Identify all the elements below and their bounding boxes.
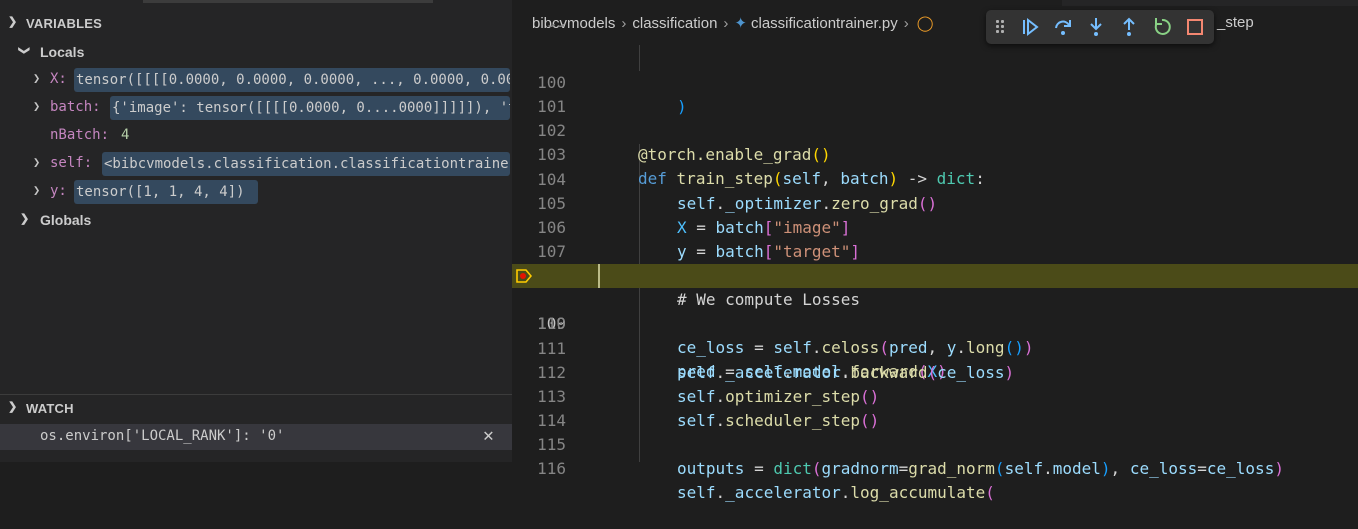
code-line[interactable]: 108 # We compute Losses [512, 240, 1358, 309]
variable-row-y[interactable]: ❯ y: tensor([1, 1, 4, 4]) [0, 179, 512, 205]
variable-row-self[interactable]: ❯ self: <bibcvmodels.classification.clas… [0, 151, 512, 177]
tab-strip [1062, 0, 1358, 6]
variable-value: tensor([1, 1, 4, 4]) [74, 180, 258, 204]
debug-side-panel: ❯ VARIABLES ❯ Locals ❯ X: tensor([[[[0.0… [0, 0, 512, 462]
code-line[interactable]: 110 ce_loss = self.celoss(pred, y.long()… [512, 288, 1358, 357]
cursor-line-bar [598, 264, 600, 288]
code-text: outputs = dict(gradnorm=grad_norm(self.m… [677, 459, 1284, 478]
chevron-right-icon: ❯ [33, 183, 41, 197]
variable-name: y: [50, 183, 67, 199]
locals-label: Locals [40, 44, 85, 60]
watch-section-title: WATCH [26, 401, 74, 416]
code-line[interactable]: 107 nBatch = X.shape[0] [512, 216, 1358, 285]
variable-name: nBatch: [50, 127, 110, 143]
chevron-down-icon: ❯ [18, 45, 31, 56]
code-line[interactable]: 103 def train_step(self, batch) -> dict: [512, 119, 1358, 188]
code-line[interactable]: 113 self.scheduler_step() [512, 361, 1358, 430]
variable-row-X[interactable]: ❯ X: tensor([[[[0.0000, 0.0000, 0.0000, … [0, 67, 512, 93]
code-line[interactable]: 115 outputs = dict(gradnorm=grad_norm(se… [512, 409, 1358, 478]
variables-section-header[interactable]: ❯ VARIABLES [0, 12, 512, 34]
code-line[interactable]: 105 X = batch["image"] [512, 168, 1358, 237]
chevron-down-icon: ❯ [8, 401, 18, 413]
section-divider [0, 394, 512, 395]
panel-top-scrollbar[interactable] [143, 0, 433, 3]
code-text: self._accelerator.log_accumulate( [677, 483, 995, 502]
current-execution-line[interactable]: 109 pred = self.model.forward(X) [512, 264, 1358, 381]
chevron-right-icon: ❯ [33, 155, 41, 169]
chevron-right-icon: ❯ [33, 71, 41, 85]
globals-label: Globals [40, 212, 92, 228]
variable-value: {'image': tensor([[[[0.0000, 0....0000]]… [110, 96, 510, 120]
watch-expression: os.environ['LOCAL_RANK']: '0' [40, 428, 285, 444]
variable-row-batch[interactable]: ❯ batch: {'image': tensor([[[[0.0000, 0.… [0, 95, 512, 121]
code-line[interactable]: 106 y = batch["target"] [512, 192, 1358, 261]
code-editor[interactable]: bibcvmodels › classification › ✦ classificati… [512, 0, 1358, 502]
variables-section-title: VARIABLES [26, 16, 102, 31]
code-line[interactable]: 112 self.optimizer_step() [512, 337, 1358, 406]
code-line[interactable]: 114 [512, 385, 1358, 430]
breakpoint-arrow-icon[interactable] [516, 269, 532, 283]
chevron-right-icon: ❯ [33, 99, 41, 113]
watch-section-header[interactable]: ❯ WATCH [0, 397, 512, 419]
variable-value: 4 [121, 127, 130, 143]
code-line[interactable]: 111 self._accelerator.backward(ce_loss) [512, 313, 1358, 382]
variable-name: self: [50, 155, 93, 171]
code-line[interactable]: 116 self._accelerator.log_accumulate( [512, 433, 1358, 502]
variable-name: X: [50, 71, 67, 87]
code-line[interactable]: 101 [512, 71, 1358, 116]
variable-value: tensor([[[[0.0000, 0.0000, 0.0000, ..., … [74, 68, 510, 92]
variable-row-nBatch[interactable]: nBatch: 4 [0, 123, 512, 149]
code-line[interactable]: 100 ) [512, 47, 1358, 116]
watch-expression-row[interactable]: os.environ['LOCAL_RANK']: '0' ✕ [0, 424, 512, 450]
variable-name: batch: [50, 99, 101, 115]
code-line[interactable]: 104 self._optimizer.zero_grad() [512, 144, 1358, 213]
chevron-right-icon: ❯ [20, 213, 30, 225]
code-line[interactable]: 102 @torch.enable_grad() [512, 95, 1358, 164]
close-icon[interactable]: ✕ [483, 425, 494, 446]
variable-value: <bibcvmodels.classification.classificati… [102, 152, 510, 176]
chevron-down-icon: ❯ [8, 16, 18, 28]
code-line-partial: 99 [512, 24, 1358, 38]
